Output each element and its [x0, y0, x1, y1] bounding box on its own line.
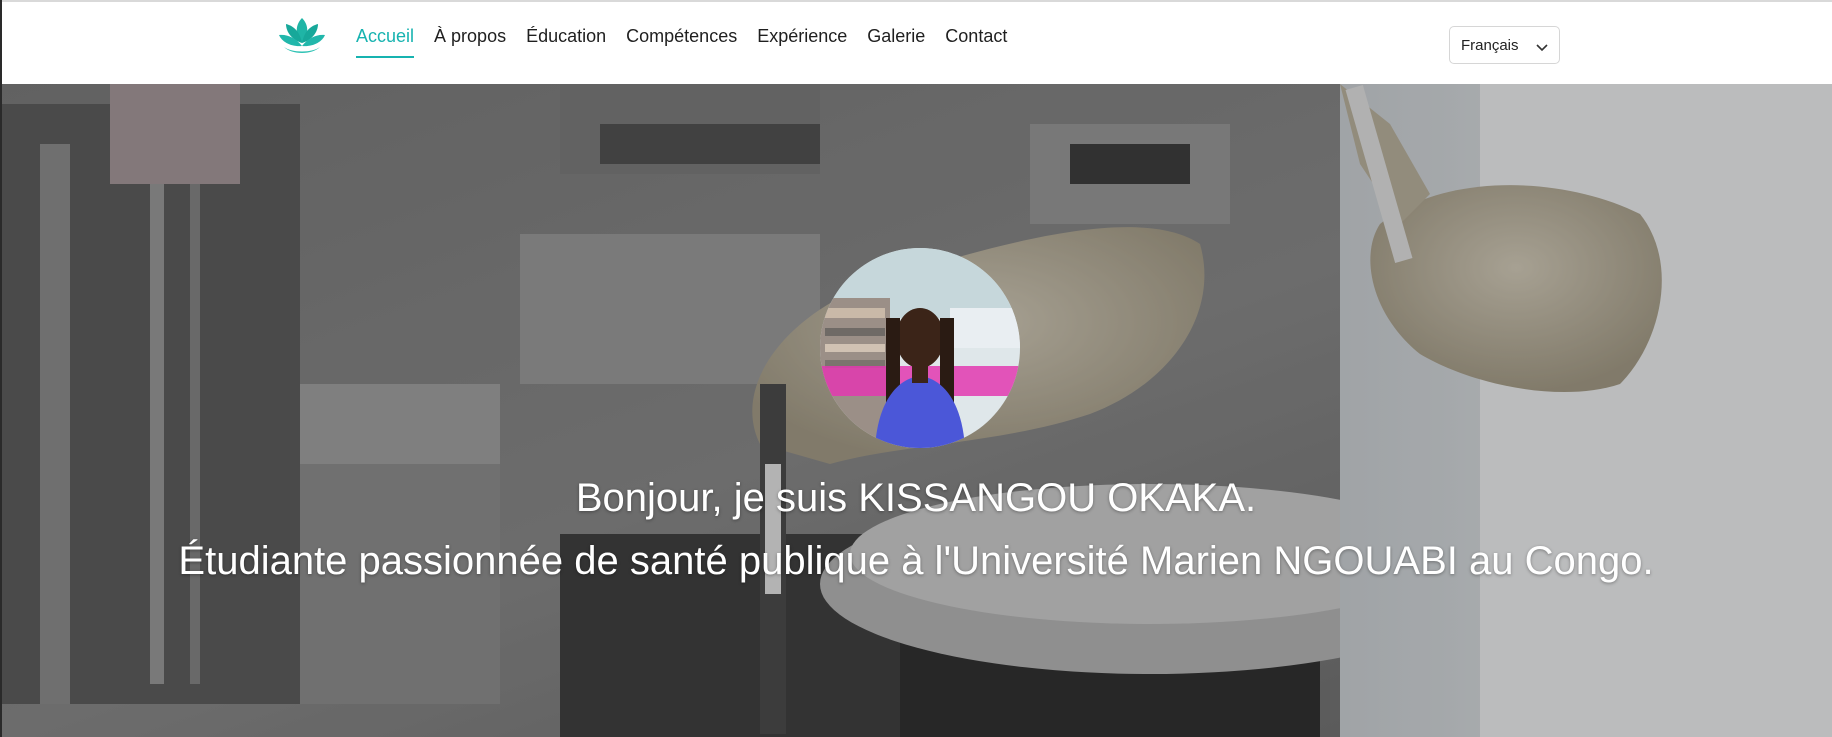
- site-header: Accueil À propos Éducation Compétences E…: [0, 2, 1832, 84]
- language-select-value: Français: [1461, 36, 1519, 54]
- hero-tagline: Étudiante passionnée de santé publique à…: [178, 539, 1654, 583]
- nav-link-a-propos[interactable]: À propos: [434, 25, 506, 59]
- window-left-border: [0, 0, 2, 737]
- nav-link-accueil[interactable]: Accueil: [356, 25, 415, 59]
- nav-link-experience[interactable]: Expérience: [757, 25, 847, 59]
- profile-avatar: [820, 248, 1020, 448]
- hero-greeting: Bonjour, je suis KISSANGOU OKAKA.: [575, 476, 1257, 520]
- nav-link-galerie[interactable]: Galerie: [867, 25, 925, 59]
- hero-section: Bonjour, je suis KISSANGOU OKAKA. Étudia…: [0, 84, 1832, 737]
- lotus-icon[interactable]: [278, 16, 326, 56]
- language-select[interactable]: Français: [1449, 26, 1560, 64]
- nav-link-contact[interactable]: Contact: [945, 25, 1007, 59]
- main-nav: Accueil À propos Éducation Compétences E…: [356, 25, 1027, 65]
- chevron-down-icon: [1536, 40, 1548, 52]
- nav-link-education[interactable]: Éducation: [526, 25, 606, 59]
- nav-link-competences[interactable]: Compétences: [626, 25, 737, 59]
